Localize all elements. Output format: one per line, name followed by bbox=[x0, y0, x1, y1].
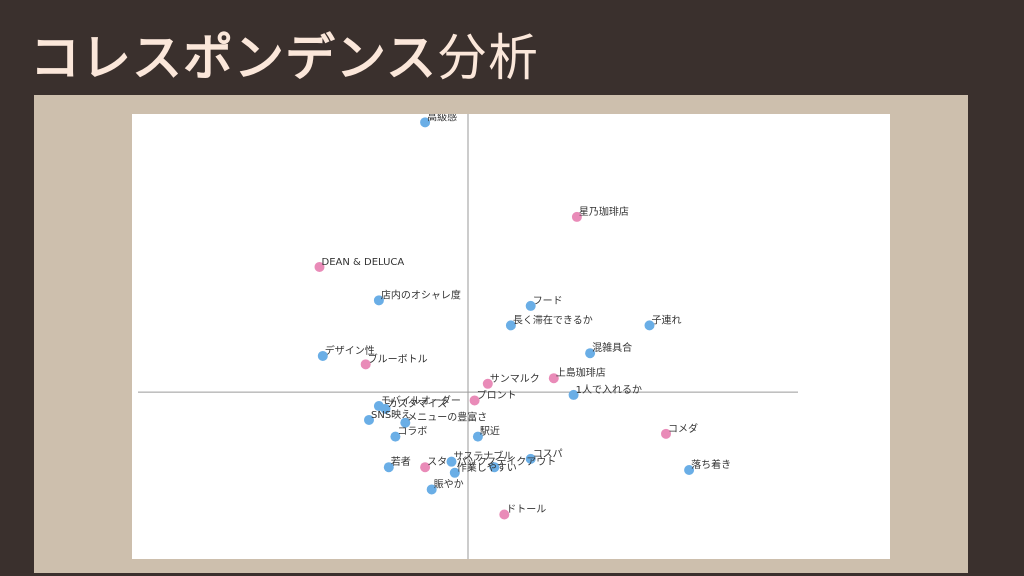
point-label: ドトール bbox=[506, 505, 546, 516]
point-label: 1人で入れるか bbox=[576, 384, 642, 396]
point-label: 子連れ bbox=[652, 313, 682, 326]
point-label: 星乃珈琲店 bbox=[579, 205, 629, 218]
slide-title-main: コレスポンデンス bbox=[30, 29, 437, 87]
point-label: DEAN & DELUCA bbox=[322, 257, 405, 268]
point-label: 混雑具合 bbox=[592, 341, 632, 354]
point-label: 若者 bbox=[391, 455, 411, 468]
point-label: メニューの豊富さ bbox=[407, 411, 487, 424]
point-label: 落ち着き bbox=[691, 458, 731, 471]
chart-panel: 星乃珈琲店 DEAN & DELUCA ブルーボトルサンマルク 上島珈琲店プロントコメ… bbox=[34, 95, 968, 573]
point-label: コメダ bbox=[668, 422, 698, 435]
point-label: 駅近 bbox=[480, 425, 500, 438]
point-label: 高級感 bbox=[427, 114, 457, 123]
point-label: サンマルク bbox=[490, 373, 540, 385]
point-label: 賑やか bbox=[434, 478, 464, 490]
point-label: 長く滞在できるか bbox=[513, 314, 593, 326]
point-label: ブルーボトル bbox=[368, 352, 428, 365]
point-label: フード bbox=[533, 296, 563, 307]
point-label: 作業しやすい bbox=[457, 461, 517, 474]
slide-title: コレスポンデンス分析 bbox=[30, 18, 539, 90]
point-label: 店内のオシャレ度 bbox=[381, 288, 461, 301]
slide-title-suffix: 分析 bbox=[437, 29, 539, 87]
correspondence-scatter-plot: 星乃珈琲店 DEAN & DELUCA ブルーボトルサンマルク 上島珈琲店プロントコメ… bbox=[138, 114, 798, 559]
point-label: デザイン性 bbox=[325, 344, 375, 357]
point-label: カスタマイズ bbox=[388, 397, 448, 410]
point-label: 上島珈琲店 bbox=[556, 366, 606, 379]
plot-area: 星乃珈琲店 DEAN & DELUCA ブルーボトルサンマルク 上島珈琲店プロントコメ… bbox=[132, 114, 890, 559]
point-label: プロント bbox=[477, 389, 517, 401]
point-label: コラボ bbox=[397, 426, 427, 438]
